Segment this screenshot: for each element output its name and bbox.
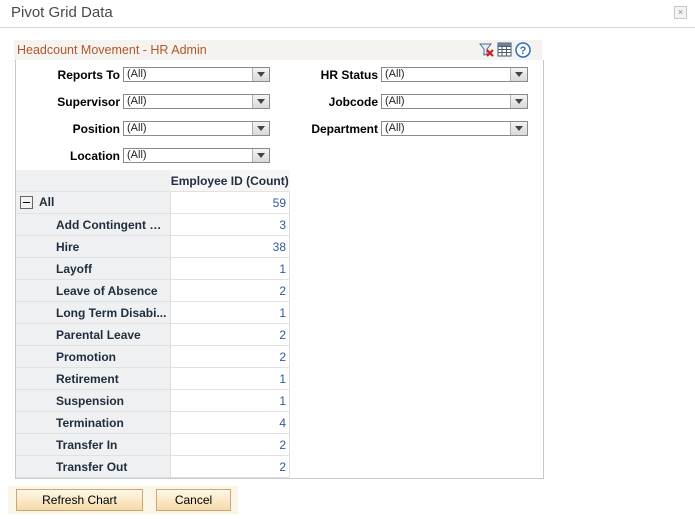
table-row: Add Contingent W... 3 bbox=[16, 213, 290, 236]
row-value[interactable]: 2 bbox=[169, 433, 290, 456]
location-label: Location bbox=[70, 149, 120, 163]
row-label: Long Term Disabi... bbox=[16, 301, 170, 324]
reports-to-value: (All) bbox=[127, 68, 147, 80]
row-label: Hire bbox=[16, 235, 170, 258]
row-value[interactable]: 1 bbox=[169, 389, 290, 412]
grid-corner-cell bbox=[16, 170, 170, 192]
row-value[interactable]: 4 bbox=[169, 411, 290, 434]
position-label: Position bbox=[72, 122, 120, 136]
table-row: Layoff 1 bbox=[16, 257, 290, 280]
total-label: All bbox=[39, 195, 55, 210]
table-row: Suspension 1 bbox=[16, 389, 290, 412]
chevron-down-icon bbox=[252, 95, 269, 108]
row-label: Transfer Out bbox=[16, 455, 170, 478]
location-select[interactable]: (All) bbox=[123, 148, 270, 163]
row-label: Termination bbox=[16, 411, 170, 434]
department-value: (All) bbox=[385, 122, 405, 134]
jobcode-value: (All) bbox=[385, 95, 405, 107]
chevron-down-icon bbox=[510, 122, 527, 135]
panel-title: Headcount Movement - HR Admin bbox=[17, 43, 207, 57]
chevron-down-icon bbox=[252, 68, 269, 81]
supervisor-select[interactable]: (All) bbox=[123, 94, 270, 109]
jobcode-select[interactable]: (All) bbox=[381, 94, 528, 109]
department-label: Department bbox=[311, 122, 378, 136]
row-label: Suspension bbox=[16, 389, 170, 412]
close-icon[interactable]: × bbox=[674, 6, 687, 19]
row-label: Parental Leave bbox=[16, 323, 170, 346]
window-title: Pivot Grid Data bbox=[11, 4, 113, 21]
row-label: Promotion bbox=[16, 345, 170, 368]
row-label: Add Contingent W... bbox=[16, 213, 170, 236]
row-value[interactable]: 2 bbox=[169, 323, 290, 346]
reports-to-label: Reports To bbox=[57, 68, 120, 82]
title-bar: Pivot Grid Data × bbox=[0, 0, 695, 28]
position-select[interactable]: (All) bbox=[123, 121, 270, 136]
row-label: Transfer In bbox=[16, 433, 170, 456]
refresh-chart-button[interactable]: Refresh Chart bbox=[16, 489, 143, 511]
chevron-down-icon bbox=[510, 95, 527, 108]
position-value: (All) bbox=[127, 122, 147, 134]
row-value[interactable]: 1 bbox=[169, 301, 290, 324]
hr-status-value: (All) bbox=[385, 68, 405, 80]
grid-icon[interactable] bbox=[497, 42, 512, 57]
chevron-down-icon bbox=[252, 149, 269, 162]
chevron-down-icon bbox=[252, 122, 269, 135]
row-value[interactable]: 1 bbox=[169, 367, 290, 390]
grid-total-row: All 59 bbox=[16, 191, 290, 214]
supervisor-value: (All) bbox=[127, 95, 147, 107]
department-select[interactable]: (All) bbox=[381, 121, 528, 136]
table-row: Long Term Disabi... 1 bbox=[16, 301, 290, 324]
pivot-grid: Employee ID (Count) All 59 Add Contingen… bbox=[16, 170, 290, 478]
total-value[interactable]: 59 bbox=[169, 191, 290, 214]
hr-status-select[interactable]: (All) bbox=[381, 67, 528, 82]
location-value: (All) bbox=[127, 149, 147, 161]
total-row-label: All bbox=[16, 191, 170, 214]
row-label: Retirement bbox=[16, 367, 170, 390]
panel-header: Headcount Movement - HR Admin ? bbox=[14, 40, 542, 61]
row-value[interactable]: 3 bbox=[169, 213, 290, 236]
row-value[interactable]: 2 bbox=[169, 345, 290, 368]
grid-header-row: Employee ID (Count) bbox=[16, 170, 290, 192]
cancel-button[interactable]: Cancel bbox=[156, 489, 231, 511]
jobcode-label: Jobcode bbox=[328, 95, 378, 109]
hr-status-label: HR Status bbox=[320, 68, 378, 82]
supervisor-label: Supervisor bbox=[57, 95, 120, 109]
row-label: Leave of Absence bbox=[16, 279, 170, 302]
table-row: Leave of Absence 2 bbox=[16, 279, 290, 302]
row-label: Layoff bbox=[16, 257, 170, 280]
table-row: Termination 4 bbox=[16, 411, 290, 434]
table-row: Parental Leave 2 bbox=[16, 323, 290, 346]
table-row: Transfer In 2 bbox=[16, 433, 290, 456]
row-value[interactable]: 38 bbox=[169, 235, 290, 258]
collapse-icon[interactable] bbox=[20, 195, 33, 209]
row-value[interactable]: 2 bbox=[169, 279, 290, 302]
table-row: Transfer Out 2 bbox=[16, 455, 290, 478]
chevron-down-icon bbox=[510, 68, 527, 81]
table-row: Hire 38 bbox=[16, 235, 290, 258]
table-row: Promotion 2 bbox=[16, 345, 290, 368]
column-header[interactable]: Employee ID (Count) bbox=[170, 170, 290, 192]
svg-text:?: ? bbox=[520, 45, 527, 57]
row-value[interactable]: 2 bbox=[169, 455, 290, 478]
help-icon[interactable]: ? bbox=[515, 42, 531, 58]
reports-to-select[interactable]: (All) bbox=[123, 67, 270, 82]
table-row: Retirement 1 bbox=[16, 367, 290, 390]
row-value[interactable]: 1 bbox=[169, 257, 290, 280]
filter-clear-icon[interactable] bbox=[479, 42, 494, 57]
